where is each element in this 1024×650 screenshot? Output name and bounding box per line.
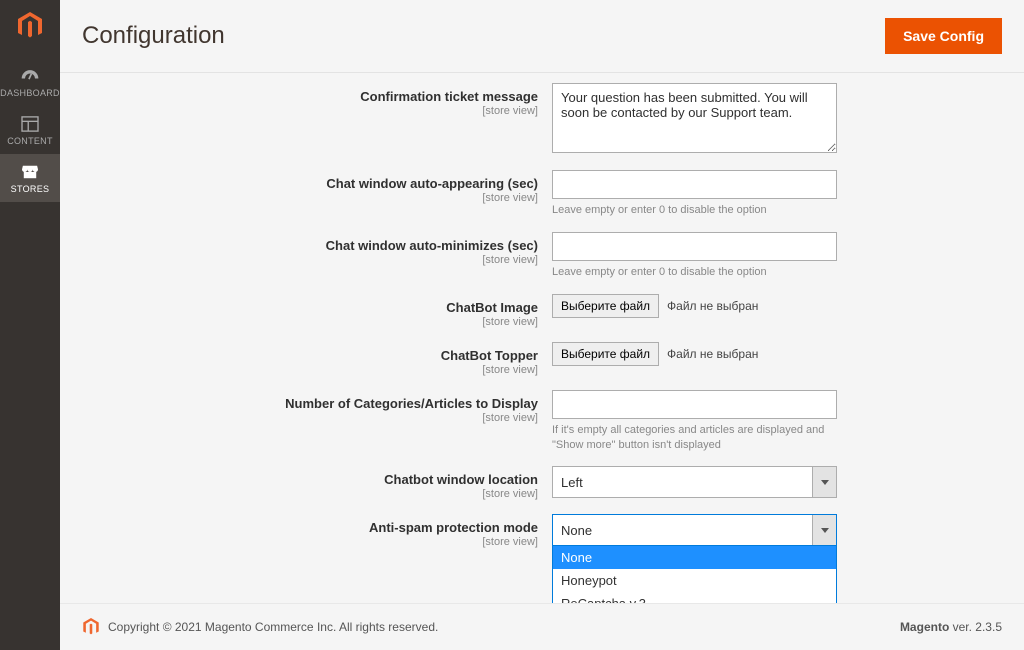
scope-label: [store view] (82, 412, 538, 424)
antispam-option-honeypot[interactable]: Honeypot (553, 569, 836, 592)
field-label: ChatBot Topper (441, 348, 538, 363)
sidebar-item-label: STORES (0, 184, 60, 194)
sidebar-item-label: DASHBOARD (0, 88, 60, 98)
field-antispam-mode: Anti-spam protection mode [store view] N… (60, 514, 1024, 548)
field-label: Anti-spam protection mode (369, 520, 538, 535)
version-text: Magento ver. 2.3.5 (900, 620, 1002, 634)
sidebar-item-content[interactable]: CONTENT (0, 106, 60, 154)
scope-label: [store view] (82, 316, 538, 328)
field-label: Number of Categories/Articles to Display (285, 396, 538, 411)
field-chatbot-image: ChatBot Image [store view] Выберите файл… (60, 294, 1024, 328)
field-chatbot-topper: ChatBot Topper [store view] Выберите фай… (60, 342, 1024, 376)
scope-label: [store view] (82, 364, 538, 376)
stores-icon (21, 164, 39, 180)
chevron-down-icon (812, 515, 836, 545)
antispam-option-none[interactable]: None (553, 546, 836, 569)
field-label: Confirmation ticket message (360, 89, 538, 104)
antispam-select[interactable]: None (552, 514, 837, 546)
field-label: Chat window auto-minimizes (sec) (326, 238, 538, 253)
copyright-text: Copyright © 2021 Magento Commerce Inc. A… (108, 620, 438, 634)
main-panel: Configuration Save Config Confirmation t… (60, 0, 1024, 650)
scope-label: [store view] (82, 536, 538, 548)
scope-label: [store view] (82, 488, 538, 500)
chatbot-image-file-status: Файл не выбран (667, 299, 758, 313)
field-hint: Leave empty or enter 0 to disable the op… (552, 265, 842, 280)
field-label: Chatbot window location (384, 472, 538, 487)
auto-appearing-input[interactable] (552, 170, 837, 199)
antispam-dropdown: None Honeypot ReCaptcha v.3 (552, 545, 837, 603)
page-header: Configuration Save Config (60, 0, 1024, 73)
field-categories-count: Number of Categories/Articles to Display… (60, 390, 1024, 453)
field-hint: If it's empty all categories and article… (552, 423, 842, 453)
content-icon (21, 116, 39, 132)
sidebar-item-label: CONTENT (0, 136, 60, 146)
field-window-location: Chatbot window location [store view] Lef… (60, 466, 1024, 500)
sidebar-item-dashboard[interactable]: DASHBOARD (0, 58, 60, 106)
scope-label: [store view] (82, 192, 538, 204)
auto-minimizes-input[interactable] (552, 232, 837, 261)
field-label: Chat window auto-appearing (sec) (326, 176, 538, 191)
field-label: ChatBot Image (446, 300, 538, 315)
scope-label: [store view] (82, 254, 538, 266)
save-config-button[interactable]: Save Config (885, 18, 1002, 54)
categories-count-input[interactable] (552, 390, 837, 419)
confirmation-message-textarea[interactable]: Your question has been submitted. You wi… (552, 83, 837, 153)
page-footer: Copyright © 2021 Magento Commerce Inc. A… (60, 603, 1024, 650)
select-value: None (553, 523, 812, 538)
field-confirmation-message: Confirmation ticket message [store view]… (60, 83, 1024, 156)
page-title: Configuration (82, 22, 225, 50)
antispam-option-recaptcha[interactable]: ReCaptcha v.3 (553, 592, 836, 603)
scope-label: [store view] (82, 105, 538, 117)
window-location-select[interactable]: Left (552, 466, 837, 498)
field-auto-appearing: Chat window auto-appearing (sec) [store … (60, 170, 1024, 218)
admin-sidebar: DASHBOARD CONTENT STORES (0, 0, 60, 650)
config-form: Confirmation ticket message [store view]… (60, 73, 1024, 603)
field-hint: Leave empty or enter 0 to disable the op… (552, 203, 842, 218)
magento-logo-small (82, 618, 100, 636)
chatbot-topper-file-button[interactable]: Выберите файл (552, 342, 659, 366)
dashboard-icon (20, 68, 40, 84)
magento-logo (16, 12, 44, 40)
chatbot-image-file-button[interactable]: Выберите файл (552, 294, 659, 318)
select-value: Left (553, 475, 812, 490)
sidebar-item-stores[interactable]: STORES (0, 154, 60, 202)
field-auto-minimizes: Chat window auto-minimizes (sec) [store … (60, 232, 1024, 280)
chevron-down-icon (812, 467, 836, 497)
chatbot-topper-file-status: Файл не выбран (667, 347, 758, 361)
